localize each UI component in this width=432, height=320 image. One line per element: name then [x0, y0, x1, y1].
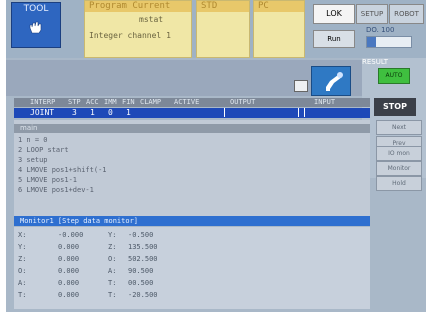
axis-value: 0.000	[58, 279, 80, 287]
axis-label: Z:	[18, 255, 27, 263]
program-line[interactable]: 5 LMOVE pos1-1	[18, 176, 77, 184]
program-current-tab[interactable]: Program Current mstat Integer channel 1	[84, 0, 192, 58]
monitor-panel: X: -0.000 Y: -0.500 Y: 0.000 Z: 135.500 …	[14, 227, 370, 309]
axis-value: 502.500	[128, 255, 158, 263]
col-fin: FIN	[122, 98, 135, 106]
axis-value: 0.000	[58, 267, 80, 275]
program-line[interactable]: 6 LMOVE pos1+dev-1	[18, 186, 94, 194]
status-stp: 3	[72, 108, 77, 117]
axis-label: Y:	[18, 243, 27, 251]
axis-value: 00.500	[128, 279, 154, 287]
side-button-hold[interactable]: Hold	[376, 176, 422, 191]
monitor-title: Monitor1 [Step data monitor]	[14, 216, 370, 226]
speed-bar[interactable]	[366, 36, 412, 48]
axis-value: -0.500	[128, 231, 154, 239]
tab-row: mstat	[139, 15, 164, 24]
lock-button[interactable]: LOK	[313, 4, 355, 24]
status-acc: 1	[90, 108, 95, 117]
col-imm: IMM	[104, 98, 117, 106]
axis-label: T:	[108, 291, 117, 299]
tool-button[interactable]: TOOL	[11, 2, 61, 48]
axis-value: 0.000	[58, 291, 80, 299]
status-interp: JOINT	[30, 108, 55, 117]
col-interp: INTERP	[30, 98, 56, 106]
right-panel-label: RESULT	[362, 58, 389, 66]
axis-value: 90.500	[128, 267, 154, 275]
robot-arm-icon-graphic	[320, 72, 343, 91]
speed-bar-fill	[367, 37, 376, 47]
program-line[interactable]: 3 setup	[18, 156, 48, 164]
robot-button[interactable]: ROBOT	[389, 4, 424, 24]
axis-value: 0.000	[58, 243, 80, 251]
axis-label: O:	[18, 267, 27, 275]
pendant-screen: TOOL Program Current mstat Integer chann…	[6, 0, 426, 312]
bracket	[304, 108, 308, 117]
robot-arm-icon[interactable]	[311, 66, 351, 96]
std-tab[interactable]: STD	[196, 0, 250, 58]
bracket	[224, 108, 228, 117]
tab-heading: Program Current	[85, 1, 191, 12]
status-fin: 1	[126, 108, 131, 117]
col-active: ACTIVE	[174, 98, 200, 106]
axis-label: T:	[18, 291, 27, 299]
program-title: main	[14, 124, 370, 133]
axis-value: -20.500	[128, 291, 158, 299]
status-row: JOINT 3 1 0 1	[14, 108, 370, 118]
col-stp: STP	[68, 98, 81, 106]
axis-label: O:	[108, 255, 117, 263]
axis-label: T:	[108, 279, 117, 287]
axis-label: X:	[18, 231, 27, 239]
axis-value: -0.000	[58, 231, 84, 239]
axis-label: Y:	[108, 231, 117, 239]
program-line[interactable]: 1 n = 0	[18, 136, 48, 144]
tab-heading: STD	[197, 1, 249, 12]
axis-value: 0.000	[58, 255, 80, 263]
run-mode-button[interactable]: Run	[313, 30, 355, 48]
col-output: OUTPUT	[230, 98, 256, 106]
program-panel: main 1 n = 0 2 LOOP start 3 setup 4 LMOV…	[14, 120, 370, 216]
stop-button[interactable]: STOP	[374, 98, 416, 116]
bracket	[298, 108, 302, 117]
axis-label: Z:	[108, 243, 117, 251]
tab-heading: PC	[254, 1, 304, 12]
setup-button[interactable]: SETUP	[356, 4, 388, 24]
side-button-next[interactable]: Next	[376, 120, 422, 135]
status-imm: 0	[108, 108, 113, 117]
col-clamp: CLAMP	[140, 98, 162, 106]
axis-label: A:	[108, 267, 117, 275]
axis-value: 135.500	[128, 243, 158, 251]
program-line[interactable]: 4 LMOVE pos1+shift(-1	[18, 166, 107, 174]
col-acc: ACC	[86, 98, 99, 106]
tool-label: TOOL	[23, 4, 49, 14]
axis-label: A:	[18, 279, 27, 287]
speed-label: DO. 100	[366, 26, 395, 34]
pc-tab[interactable]: PC	[253, 0, 305, 58]
hand-icon	[29, 21, 42, 34]
auto-indicator: AUTO	[378, 68, 410, 84]
status-header: INTERP STP ACC IMM FIN CLAMP ACTIVE OUTP…	[14, 98, 370, 107]
side-button-monitor[interactable]: Monitor	[376, 161, 422, 176]
tab-row: Integer channel 1	[89, 31, 171, 40]
program-line[interactable]: 2 LOOP start	[18, 146, 69, 154]
col-input: INPUT	[314, 98, 336, 106]
side-button-io-mon[interactable]: IO mon	[376, 146, 422, 161]
checkbox[interactable]	[294, 80, 308, 92]
